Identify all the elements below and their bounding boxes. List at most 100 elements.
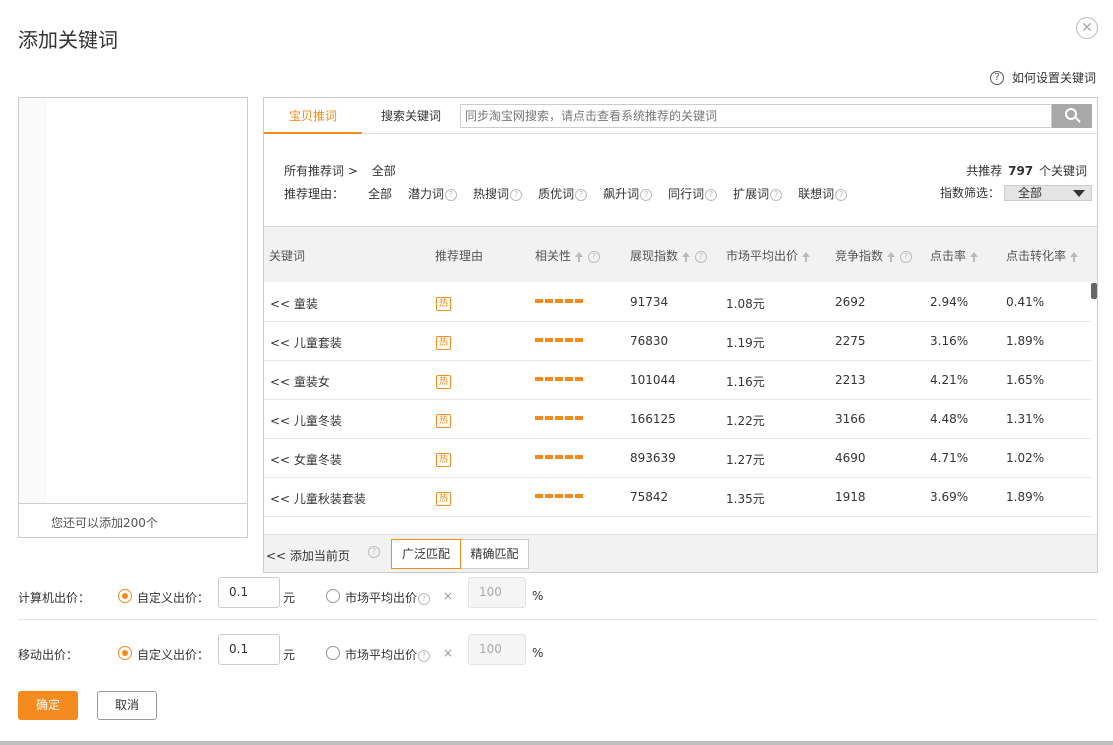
pc-custom-bid-radio[interactable]	[118, 589, 132, 603]
keyword-add-link[interactable]: << 童装女	[270, 373, 330, 390]
index-filter-label: 指数筛选：	[940, 186, 1001, 200]
help-icon[interactable]: ?	[418, 592, 431, 605]
col-avg-bid[interactable]: 市场平均出价	[726, 247, 811, 264]
hot-badge-label: 热	[436, 414, 451, 428]
mobile-bid-label: 移动出价：	[18, 648, 79, 662]
col-label: 竞争指数	[835, 249, 884, 263]
hot-badge-label: 热	[436, 336, 451, 350]
keyword-add-link[interactable]: << 儿童秋装套装	[270, 490, 366, 507]
breadcrumb: 所有推荐词 > 全部	[284, 162, 396, 179]
col-label: 点击转化率	[1006, 249, 1067, 263]
caret-down-icon	[1073, 189, 1086, 197]
breadcrumb-value[interactable]: 全部	[372, 164, 396, 178]
keyword-add-link[interactable]: << 女童冬装	[270, 451, 342, 468]
total-recommend: 共推荐 797 个关键词	[966, 162, 1087, 179]
avg-bid-cell: 1.08元	[726, 297, 765, 311]
pc-times-sign: ×	[443, 589, 454, 603]
help-icon[interactable]: ?	[835, 188, 848, 201]
pc-bid-input[interactable]: 0.1	[218, 577, 280, 608]
col-competition[interactable]: 竞争指数 ?	[835, 247, 912, 264]
mobile-custom-bid-radio[interactable]	[118, 646, 132, 660]
market-bid-text: 市场平均出价	[345, 591, 418, 605]
mobile-market-bid-radio[interactable]	[326, 646, 340, 660]
hot-badge: 热	[436, 412, 451, 428]
avg-bid-cell: 1.35元	[726, 492, 765, 506]
add-current-page-button[interactable]: << 添加当前页	[266, 547, 350, 564]
reason-expand[interactable]: 扩展词?	[733, 185, 783, 202]
mobile-percent-input[interactable]: 100	[468, 634, 526, 665]
table-scrollbar[interactable]	[1091, 283, 1097, 533]
pc-percent-input[interactable]: 100	[468, 577, 526, 608]
table-row: << 儿童套装 热 76830 1.19元 2275 3.16% 1.89%	[264, 322, 1091, 361]
help-icon[interactable]: ?	[640, 188, 653, 201]
reason-label: 联想词	[798, 187, 835, 201]
table-row: << 童装 热 91734 1.08元 2692 2.94% 0.41%	[264, 283, 1091, 322]
pc-market-bid-radio[interactable]	[326, 589, 340, 603]
relevance-bar	[535, 494, 583, 498]
close-icon[interactable]: ✕	[1076, 17, 1098, 39]
help-icon[interactable]: ?	[694, 250, 707, 263]
dialog-title: 添加关键词	[18, 28, 118, 52]
reason-rising[interactable]: 飙升词?	[603, 185, 653, 202]
index-filter-dropdown[interactable]: 全部	[1004, 184, 1093, 201]
col-cvr[interactable]: 点击转化率	[1006, 247, 1079, 264]
hot-badge: 热	[436, 451, 451, 467]
table-row: << 童装女 热 101044 1.16元 2213 4.21% 1.65%	[264, 361, 1091, 400]
keyword-add-link[interactable]: << 儿童冬装	[270, 412, 342, 429]
ctr-cell: 4.48%	[930, 412, 969, 426]
reason-peer[interactable]: 同行词?	[668, 185, 718, 202]
search-input[interactable]: 同步淘宝网搜索，请点击查看系统推荐的关键词	[460, 104, 1052, 128]
hot-badge-label: 热	[436, 492, 451, 506]
keyword-add-link[interactable]: << 童装	[270, 295, 318, 312]
reason-label: 潜力词	[408, 187, 445, 201]
col-ctr[interactable]: 点击率	[930, 247, 979, 264]
remaining-count-text: 您还可以添加200个	[51, 516, 158, 530]
ctr-cell: 3.16%	[930, 334, 969, 348]
help-icon[interactable]: ?	[587, 250, 600, 263]
reason-potential[interactable]: 潜力词?	[408, 185, 458, 202]
mobile-custom-bid-label: 自定义出价：	[137, 648, 210, 662]
reason-hot-search[interactable]: 热搜词?	[473, 185, 523, 202]
help-icon[interactable]: ?	[510, 188, 523, 201]
avg-bid-cell: 1.27元	[726, 453, 765, 467]
help-icon[interactable]: ?	[445, 188, 458, 201]
col-relevance[interactable]: 相关性 ?	[535, 247, 600, 264]
cvr-cell: 1.89%	[1006, 334, 1045, 348]
sort-arrow-icon	[887, 251, 896, 262]
mobile-bid-row: 移动出价： 自定义出价： 0.1 元 市场平均出价? × 100 %	[18, 634, 1098, 674]
relevance-bar	[535, 377, 583, 381]
sort-arrow-icon	[970, 251, 979, 262]
col-impressions[interactable]: 展现指数 ?	[630, 247, 707, 264]
tab-search-keyword[interactable]: 搜索关键词	[372, 98, 450, 134]
competition-cell: 2692	[835, 295, 866, 309]
reason-quality[interactable]: 质优词?	[538, 185, 588, 202]
competition-cell: 1918	[835, 490, 866, 504]
exact-match-button[interactable]: 精确匹配	[461, 539, 529, 569]
ctr-cell: 3.69%	[930, 490, 969, 504]
search-button[interactable]	[1052, 104, 1092, 128]
tab-item-recommend[interactable]: 宝贝推词	[264, 98, 362, 134]
mobile-bid-input[interactable]: 0.1	[218, 634, 280, 665]
impressions-cell: 166125	[630, 412, 676, 426]
help-icon[interactable]: ?	[368, 546, 380, 558]
scroll-thumb[interactable]	[1091, 283, 1097, 299]
help-icon[interactable]: ?	[770, 188, 783, 201]
reason-associate[interactable]: 联想词?	[798, 185, 848, 202]
hot-badge-label: 热	[436, 297, 451, 311]
reason-all[interactable]: 全部	[368, 185, 392, 202]
col-label: 点击率	[930, 249, 967, 263]
reason-label: 同行词	[668, 187, 705, 201]
mobile-bid-unit: 元	[283, 648, 296, 662]
cancel-button[interactable]: 取消	[97, 691, 157, 720]
help-link[interactable]: ? 如何设置关键词	[990, 69, 1096, 86]
help-icon[interactable]: ?	[705, 188, 718, 201]
help-icon[interactable]: ?	[418, 649, 431, 662]
keyword-add-link[interactable]: << 儿童套装	[270, 334, 342, 351]
sort-arrow-icon	[575, 251, 584, 262]
help-icon[interactable]: ?	[575, 188, 588, 201]
confirm-button[interactable]: 确定	[18, 691, 78, 720]
broad-match-button[interactable]: 广泛匹配	[391, 539, 461, 569]
pc-percent-unit: %	[532, 589, 544, 603]
cvr-cell: 1.89%	[1006, 490, 1045, 504]
help-icon[interactable]: ?	[899, 250, 912, 263]
